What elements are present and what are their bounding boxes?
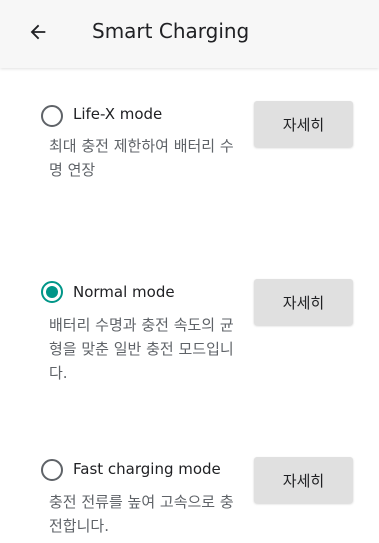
life-x-radio[interactable] (41, 105, 63, 127)
fast-charging-description: 충전 전류를 높여 고속으로 충전합니다. (49, 493, 234, 535)
fast-charging-radio[interactable] (41, 459, 63, 481)
normal-detail-button[interactable]: 자세히 (254, 279, 353, 325)
life-x-detail-button[interactable]: 자세히 (254, 101, 353, 147)
normal-description: 배터리 수명과 충전 속도의 균형을 맞춘 일반 충전 모드입니다. (49, 316, 234, 382)
back-button[interactable] (20, 14, 56, 50)
fast-charging-label[interactable]: Fast charging mode (73, 460, 221, 478)
app-bar: Smart Charging (0, 0, 379, 68)
arrow-left-icon (30, 24, 46, 40)
page-title: Smart Charging (92, 19, 250, 43)
normal-radio[interactable] (41, 281, 63, 303)
normal-label[interactable]: Normal mode (73, 283, 175, 301)
life-x-label[interactable]: Life-X mode (73, 105, 162, 123)
life-x-description: 최대 충전 제한하여 배터리 수명 연장 (49, 137, 234, 179)
fast-charging-detail-button[interactable]: 자세히 (254, 457, 353, 503)
